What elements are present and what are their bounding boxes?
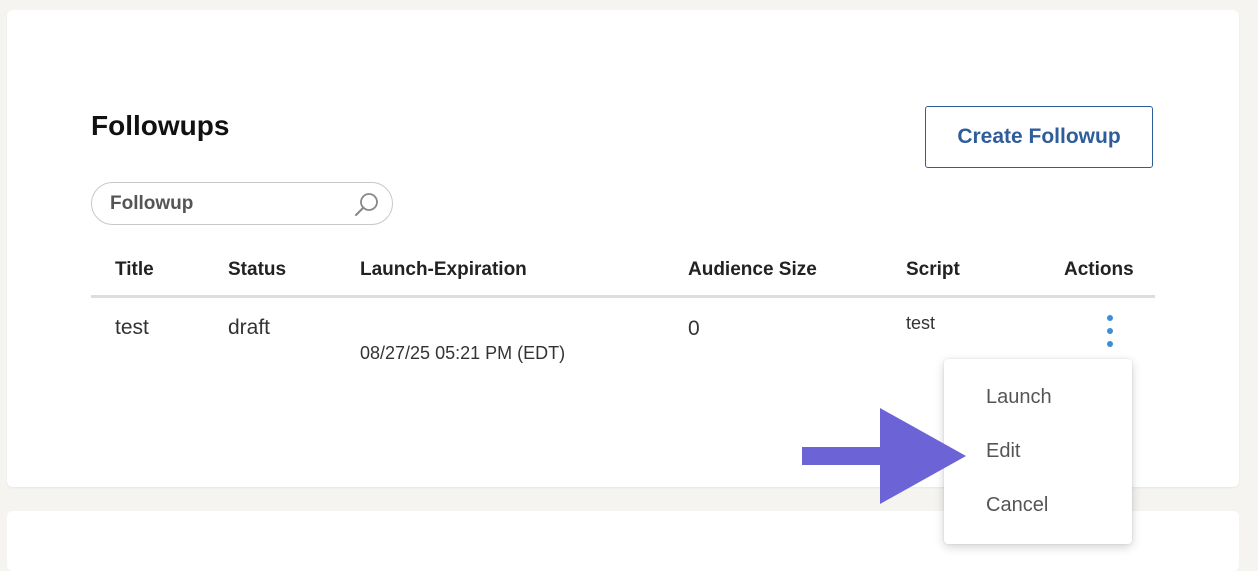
actions-dropdown-menu: Launch Edit Cancel xyxy=(944,359,1132,544)
column-header-title[interactable]: Title xyxy=(115,259,154,281)
column-header-script[interactable]: Script xyxy=(906,259,960,281)
search-input[interactable] xyxy=(110,192,340,215)
menu-item-edit[interactable]: Edit xyxy=(944,424,1132,478)
search-box xyxy=(91,182,393,225)
cell-status: draft xyxy=(228,316,271,339)
kebab-menu-icon[interactable] xyxy=(1101,313,1119,349)
menu-item-cancel[interactable]: Cancel xyxy=(944,478,1132,532)
cell-title: test xyxy=(115,316,149,339)
page-title: Followups xyxy=(91,110,230,141)
cell-script: test xyxy=(906,313,936,333)
cell-audience-size: 0 xyxy=(688,317,700,340)
menu-item-launch[interactable]: Launch xyxy=(944,370,1132,424)
arrow-right-icon xyxy=(802,408,966,504)
column-header-actions: Actions xyxy=(1064,259,1134,280)
table-header-divider xyxy=(91,295,1155,298)
create-followup-button[interactable]: Create Followup xyxy=(925,106,1153,168)
cell-launch-expiration: 08/27/25 05:21 PM (EDT) xyxy=(360,343,566,363)
column-header-audience-size[interactable]: Audience Size xyxy=(688,259,817,281)
column-header-launch-expiration[interactable]: Launch-Expiration xyxy=(360,259,527,281)
column-header-status[interactable]: Status xyxy=(228,259,286,281)
search-icon[interactable] xyxy=(354,192,380,218)
